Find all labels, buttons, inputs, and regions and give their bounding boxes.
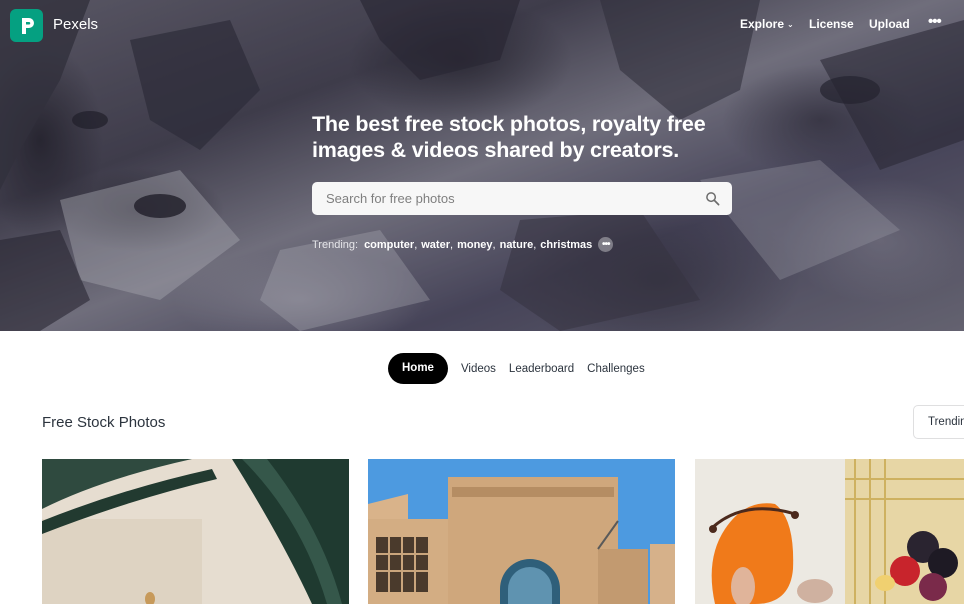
- photo-fruit-image: [695, 459, 964, 604]
- trending-term-computer[interactable]: computer: [364, 239, 414, 251]
- content-tabs: Home Videos Leaderboard Challenges: [388, 353, 658, 384]
- hero-headline: The best free stock photos, royalty free…: [312, 112, 706, 162]
- tab-leaderboard[interactable]: Leaderboard: [509, 363, 574, 375]
- photo-card-1[interactable]: [42, 459, 349, 604]
- search-icon[interactable]: [705, 191, 720, 206]
- pexels-logo-icon: [21, 17, 34, 34]
- brand-name[interactable]: Pexels: [53, 16, 98, 33]
- search-input[interactable]: [326, 182, 696, 215]
- photo-leaf-image: [42, 459, 349, 604]
- photo-card-3[interactable]: [695, 459, 964, 604]
- trending-label: Trending:: [312, 238, 359, 251]
- sort-dropdown[interactable]: Trending: [913, 405, 964, 439]
- section-title: Free Stock Photos: [42, 414, 166, 431]
- chevron-down-icon: ⌄: [787, 20, 794, 29]
- nav-upload[interactable]: Upload: [869, 17, 910, 31]
- tab-videos[interactable]: Videos: [461, 363, 496, 375]
- trending-term-money[interactable]: money: [457, 239, 492, 251]
- trending-term-nature[interactable]: nature: [500, 239, 534, 251]
- ellipsis-icon[interactable]: •••: [928, 13, 942, 30]
- tab-home[interactable]: Home: [388, 353, 448, 384]
- hero-overlay: [0, 0, 964, 331]
- pexels-logo[interactable]: [10, 9, 43, 42]
- trending-term-christmas[interactable]: christmas: [540, 239, 592, 251]
- top-nav: Explore ⌄ License Upload •••: [724, 13, 964, 35]
- tab-challenges[interactable]: Challenges: [587, 363, 645, 375]
- trending-more-icon[interactable]: •••: [598, 237, 614, 252]
- search-bar: [312, 182, 732, 215]
- trending-searches: Trending: computer, water, money, nature…: [312, 237, 614, 252]
- trending-term-water[interactable]: water: [421, 239, 450, 251]
- nav-explore[interactable]: Explore ⌄: [740, 17, 794, 31]
- photo-building-image: [368, 459, 675, 604]
- hero-banner: Pexels Explore ⌄ License Upload ••• The b…: [0, 0, 964, 331]
- photo-card-2[interactable]: [368, 459, 675, 604]
- nav-explore-label: Explore: [740, 17, 785, 31]
- nav-license[interactable]: License: [809, 17, 854, 31]
